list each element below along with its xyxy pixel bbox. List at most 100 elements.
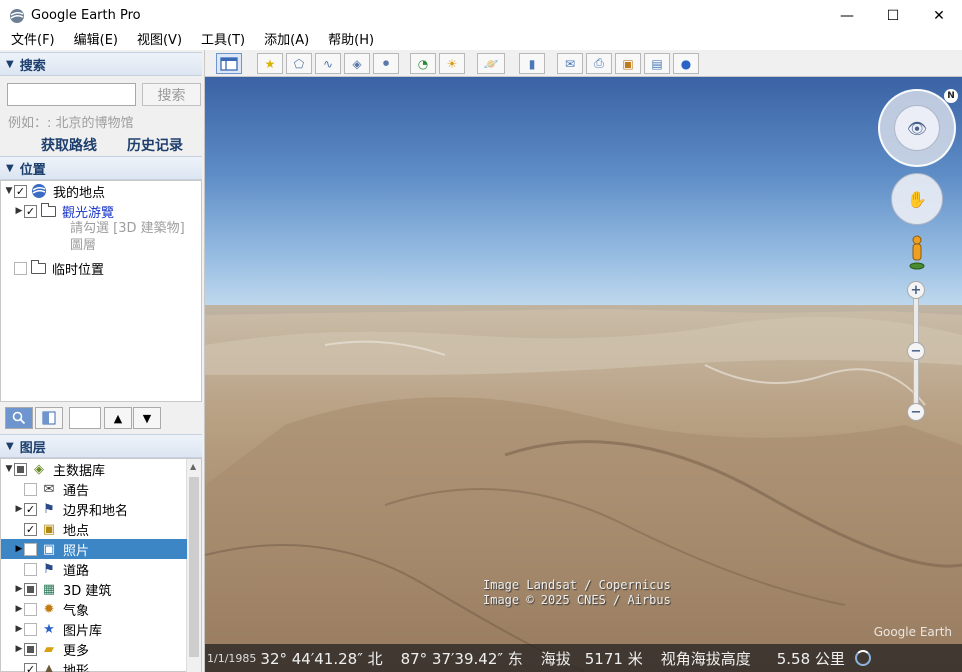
checkbox[interactable] xyxy=(24,582,37,596)
layer-item[interactable]: ▶ ★ 图片库 xyxy=(14,619,187,639)
expand-arrow-icon[interactable]: ▶ xyxy=(14,504,24,514)
search-places-button[interactable] xyxy=(5,407,33,429)
move-down-button[interactable]: ▼ xyxy=(133,407,161,429)
layer-item[interactable]: ✓ ▣ 地点 xyxy=(14,519,187,539)
layer-item[interactable]: ✉ 通告 xyxy=(14,479,187,499)
zoom-in-button[interactable]: + xyxy=(907,281,925,299)
layer-item[interactable]: ▶ ✓ ⚑ 边界和地名 xyxy=(14,499,187,519)
historical-imagery-button[interactable]: ◔ xyxy=(410,53,436,74)
record-tour-button[interactable]: ⏺ xyxy=(373,53,399,74)
collapse-arrow-icon[interactable]: ▼ xyxy=(4,464,14,474)
layer-item[interactable]: ⚑ 道路 xyxy=(14,559,187,579)
checkbox[interactable] xyxy=(24,482,37,496)
zoom-out-button[interactable]: − xyxy=(907,403,925,421)
terrain-image xyxy=(205,305,962,672)
road-icon: ⚑ xyxy=(43,561,55,577)
checkbox[interactable] xyxy=(14,261,27,275)
save-image-button[interactable]: ▣ xyxy=(615,53,641,74)
layer-item[interactable]: ▶ ✹ 气象 xyxy=(14,599,187,619)
print-button[interactable]: ⎙ xyxy=(586,53,612,74)
search-button[interactable]: 搜索 xyxy=(142,83,201,106)
menu-file[interactable]: 文件(F) xyxy=(0,31,63,50)
history-link[interactable]: 历史记录 xyxy=(127,135,183,155)
north-indicator[interactable]: N xyxy=(944,89,958,103)
menu-help[interactable]: 帮助(H) xyxy=(317,31,382,50)
camera-icon: ⏺ xyxy=(382,56,389,70)
streaming-icon xyxy=(854,650,871,666)
eye-icon[interactable]: 👁 xyxy=(894,105,940,151)
expand-arrow-icon[interactable]: ▶ xyxy=(14,604,24,614)
ruler-button[interactable]: ▮ xyxy=(519,53,545,74)
checkbox[interactable] xyxy=(24,562,37,576)
checkbox[interactable] xyxy=(14,462,27,476)
title-bar: Google Earth Pro — ☐ ✕ xyxy=(0,0,962,31)
expand-arrow-icon[interactable]: ▶ xyxy=(14,206,24,216)
places-filter-input[interactable] xyxy=(69,407,101,429)
scroll-thumb[interactable] xyxy=(189,477,199,657)
sidebar-toggle-button[interactable] xyxy=(216,53,242,74)
get-directions-link[interactable]: 获取路线 xyxy=(41,135,97,155)
layers-section-header[interactable]: ▼ 图层 xyxy=(0,434,202,458)
expand-arrow-icon[interactable]: ▶ xyxy=(14,624,24,634)
close-button[interactable]: ✕ xyxy=(916,0,962,31)
menu-add[interactable]: 添加(A) xyxy=(253,31,317,50)
move-up-button[interactable]: ▲ xyxy=(104,407,132,429)
expand-arrow-icon[interactable]: ▶ xyxy=(14,644,24,654)
terrain-icon: ▲ xyxy=(44,661,54,672)
maximize-button[interactable]: ☐ xyxy=(870,0,916,31)
zoom-slider-thumb[interactable]: − xyxy=(907,342,925,360)
minimize-button[interactable]: — xyxy=(824,0,870,31)
checkbox[interactable] xyxy=(24,542,37,556)
switch-planet-button[interactable]: 🪐 xyxy=(477,53,505,74)
tree-item-sightseeing[interactable]: ▶ ✓ 觀光游覽 xyxy=(14,201,114,221)
earth-gallery-button[interactable]: ● xyxy=(673,53,699,74)
panel-toggle-button[interactable] xyxy=(35,407,63,429)
email-button[interactable]: ✉ xyxy=(557,53,583,74)
sunlight-button[interactable]: ☀ xyxy=(439,53,465,74)
add-placemark-button[interactable]: ★ xyxy=(257,53,283,74)
tree-item-my-places[interactable]: ▼ ✓ 我的地点 xyxy=(4,181,105,201)
scroll-up-icon[interactable]: ▲ xyxy=(190,462,196,471)
places-section-header[interactable]: ▼ 位置 xyxy=(0,156,202,180)
layer-label: 道路 xyxy=(63,563,90,579)
layer-item[interactable]: ▶ ▣ 照片 xyxy=(1,539,187,559)
expand-arrow-icon[interactable]: ▶ xyxy=(14,544,24,554)
arrow-up-icon: ▲ xyxy=(113,411,123,425)
checkbox[interactable] xyxy=(24,642,37,656)
hand-icon: ✋ xyxy=(907,189,927,209)
3d-viewer[interactable]: Image Landsat / Copernicus Image © 2025 … xyxy=(205,77,962,672)
layer-item[interactable]: ▶ ▦ 3D 建筑 xyxy=(14,579,187,599)
add-image-overlay-button[interactable]: ◈ xyxy=(344,53,370,74)
add-polygon-button[interactable]: ⬠ xyxy=(286,53,312,74)
flag-icon: ⚑ xyxy=(43,501,55,517)
pegman-icon[interactable] xyxy=(908,235,926,271)
layer-item[interactable]: ▼ ◈ 主数据库 xyxy=(4,459,187,479)
view-in-maps-button[interactable]: ▤ xyxy=(644,53,670,74)
expand-arrow-icon[interactable]: ▶ xyxy=(14,584,24,594)
checkbox[interactable] xyxy=(24,622,37,636)
menu-edit[interactable]: 编辑(E) xyxy=(63,31,126,50)
checkbox[interactable]: ✓ xyxy=(24,662,37,672)
add-path-button[interactable]: ∿ xyxy=(315,53,341,74)
menu-tools[interactable]: 工具(T) xyxy=(190,31,253,50)
building-icon: ▦ xyxy=(42,581,56,597)
checkbox[interactable]: ✓ xyxy=(24,522,37,536)
checkbox[interactable] xyxy=(24,602,37,616)
pan-joystick[interactable]: ✋ xyxy=(891,173,943,225)
layer-item[interactable]: ▶ ▰ 更多 xyxy=(14,639,187,659)
menu-view[interactable]: 视图(V) xyxy=(126,31,190,50)
collapse-arrow-icon[interactable]: ▼ xyxy=(4,186,14,196)
sidebar-icon xyxy=(220,56,238,71)
layers-scrollbar[interactable]: ▲ xyxy=(186,459,201,672)
sun-icon: ☀ xyxy=(446,56,458,71)
magnifier-icon xyxy=(12,411,26,425)
layer-item[interactable]: ✓ ▲ 地形 xyxy=(14,659,187,672)
look-joystick[interactable]: N 👁 xyxy=(878,89,958,167)
tree-item-temporary-places[interactable]: 临时位置 xyxy=(4,258,104,278)
search-section-header[interactable]: ▼ 搜索 xyxy=(0,52,202,76)
checkbox[interactable]: ✓ xyxy=(24,204,37,218)
search-input[interactable] xyxy=(7,83,136,106)
checkbox[interactable]: ✓ xyxy=(14,184,27,198)
layers-header-label: 图层 xyxy=(19,440,46,456)
checkbox[interactable]: ✓ xyxy=(24,502,37,516)
